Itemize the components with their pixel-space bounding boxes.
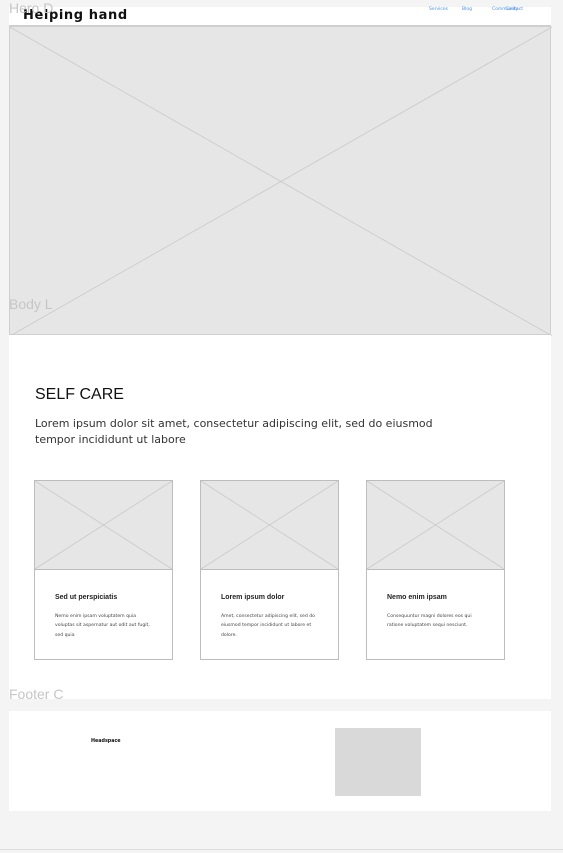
card-image-placeholder [35,481,172,570]
card-text: Consequuntur magni dolores eos qui ratio… [387,614,472,629]
divider [0,849,563,850]
placeholder-cross-icon [367,481,504,569]
card-title: Lorem ipsum dolor [221,594,285,601]
card[interactable]: Lorem ipsum dolor Amet, consectetur adip… [200,480,339,660]
placeholder-cross-icon [10,27,552,336]
footer-brand[interactable]: Headspace [91,739,121,744]
section-lead: Lorem ipsum dolor sit amet, consectetur … [35,417,433,446]
placeholder-cross-icon [35,481,172,569]
navbar: Helping hand Services Blog Community Con… [9,7,551,26]
card-image-placeholder [367,481,504,570]
hero-frame-label: Hero D [9,0,54,16]
body-frame-label: Body L [9,296,53,312]
card[interactable]: Nemo enim ipsam Consequuntur magni dolor… [366,480,505,660]
hero-image-placeholder [9,26,552,336]
card-text: Amet, consectetur adipiscing elit, sed d… [221,614,315,638]
footer-frame-label: Footer C [9,686,64,702]
placeholder-cross-icon [201,481,338,569]
section-title: SELF CARE [35,386,124,403]
body-section: SELF CARE Lorem ipsum dolor sit amet, co… [9,335,551,699]
footer: Headspace [9,711,551,811]
card-text: Nemo enim ipsam voluptatem quia voluptas… [55,614,150,638]
footer-image-placeholder [335,728,421,796]
card-title: Nemo enim ipsam [387,594,447,601]
card-title: Sed ut perspiciatis [55,594,118,601]
nav-link-services[interactable]: Services [429,7,448,12]
card[interactable]: Sed ut perspiciatis Nemo enim ipsam volu… [34,480,173,660]
nav-link-contact[interactable]: Contact [505,7,523,12]
nav-link-blog[interactable]: Blog [462,7,472,12]
card-image-placeholder [201,481,338,570]
